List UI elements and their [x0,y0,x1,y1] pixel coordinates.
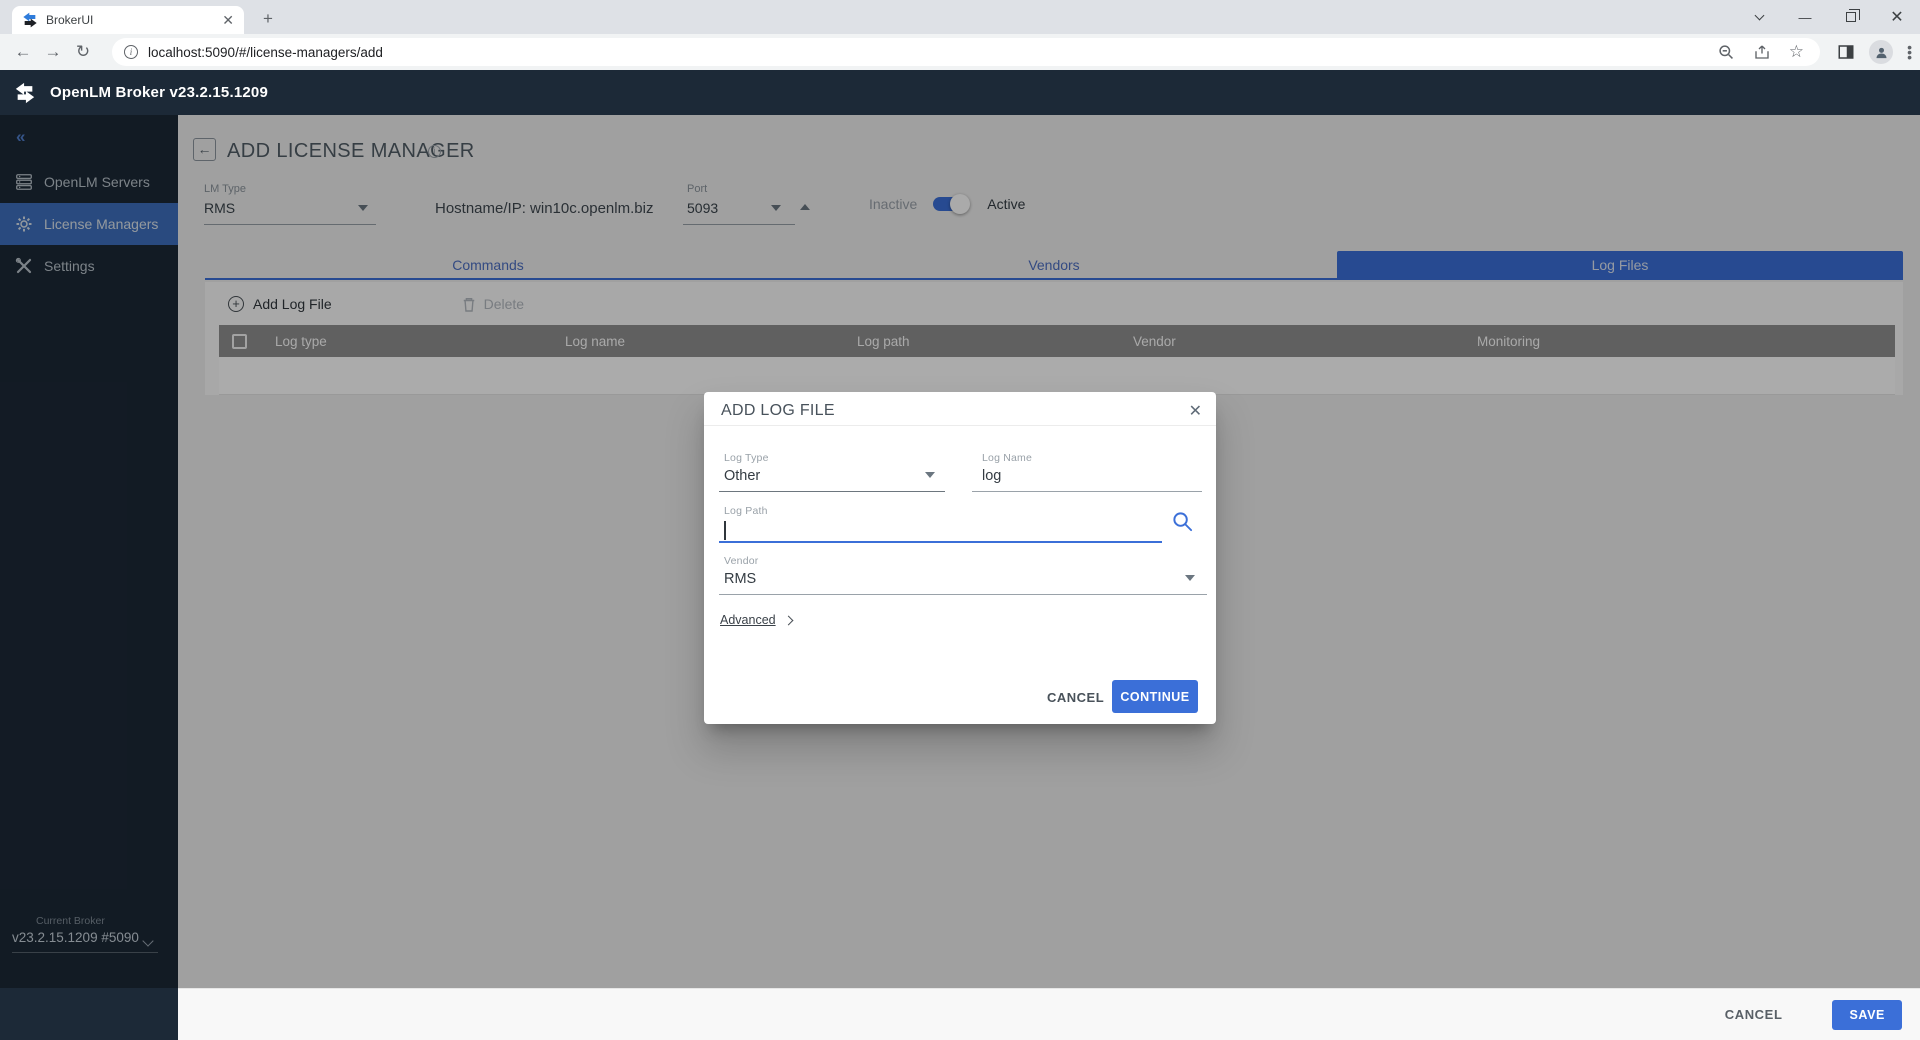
advanced-link[interactable]: Advanced [720,613,792,627]
window-close-button[interactable]: ✕ [1874,0,1920,34]
openlm-logo-icon [14,82,36,104]
window-minimize-button[interactable]: — [1782,0,1828,34]
dialog-close-icon[interactable]: ✕ [1189,401,1202,421]
field-underline [719,491,945,492]
tab-close-icon[interactable]: ✕ [222,13,234,27]
add-log-file-dialog: ADD LOG FILE ✕ Log Type Other Log Name l… [704,392,1216,724]
share-icon[interactable] [1753,43,1771,61]
browser-toolbar: ← → ↻ i localhost:5090/#/license-manager… [0,34,1920,70]
site-info-icon[interactable]: i [124,45,138,59]
log-name-value: log [972,468,1202,484]
chevron-down-icon[interactable] [925,472,935,478]
browser-tabstrip: BrokerUI ✕ + — ✕ [0,0,1920,34]
bookmark-star-icon[interactable]: ☆ [1789,42,1804,62]
new-tab-button[interactable]: + [256,8,280,32]
log-type-value: Other [719,468,945,484]
window-controls: — ✕ [1736,0,1920,34]
address-bar[interactable]: i localhost:5090/#/license-managers/add … [112,38,1820,66]
side-panel-icon[interactable] [1837,43,1855,61]
vendor-label: Vendor [719,555,1207,567]
omnibox-icons: ☆ [1718,42,1804,62]
search-icon[interactable] [1171,510,1194,533]
tab-title: BrokerUI [46,13,222,27]
page-cancel-button[interactable]: CANCEL [1725,1007,1783,1022]
reload-icon[interactable]: ↻ [68,42,98,62]
toolbar-right: ••• [1837,40,1912,64]
field-underline [719,594,1207,595]
dialog-cancel-button[interactable]: CANCEL [1047,690,1104,705]
app-title: OpenLM Broker v23.2.15.1209 [50,84,268,101]
advanced-label: Advanced [720,613,776,627]
log-name-field[interactable]: Log Name log [972,452,1202,492]
vendor-field[interactable]: Vendor RMS [719,555,1207,595]
field-underline-focused [719,541,1162,543]
forward-icon[interactable]: → [38,42,68,62]
chevron-right-icon [783,615,793,625]
app-header: OpenLM Broker v23.2.15.1209 [0,70,1920,115]
page-action-bar: CANCEL SAVE [178,988,1920,1040]
log-type-field[interactable]: Log Type Other [719,452,945,492]
window-restore-button[interactable] [1828,0,1874,34]
divider [704,425,1216,426]
chevron-down-icon[interactable] [1185,575,1195,581]
brokerui-favicon-icon [22,12,38,28]
field-underline [972,491,1202,492]
back-icon[interactable]: ← [8,42,38,62]
log-path-field[interactable]: Log Path [719,505,1162,543]
dialog-title: ADD LOG FILE [721,402,835,420]
zoom-out-icon[interactable] [1718,44,1735,61]
page-save-button[interactable]: SAVE [1832,1000,1902,1030]
log-type-label: Log Type [719,452,945,464]
profile-avatar[interactable] [1869,40,1893,64]
log-path-input[interactable] [726,520,1163,540]
vendor-value: RMS [719,571,1207,587]
person-icon [1874,45,1889,60]
log-name-label: Log Name [972,452,1202,464]
url-text: localhost:5090/#/license-managers/add [148,45,1718,60]
screen: BrokerUI ✕ + — ✕ ← → ↻ i localhost:5090/… [0,0,1920,1040]
browser-tab[interactable]: BrokerUI ✕ [12,6,244,34]
browser-menu-icon[interactable]: ••• [1907,45,1912,60]
log-path-label: Log Path [719,505,1162,517]
dialog-continue-button[interactable]: CONTINUE [1112,680,1198,713]
window-menu-chevron-icon[interactable] [1736,0,1782,34]
